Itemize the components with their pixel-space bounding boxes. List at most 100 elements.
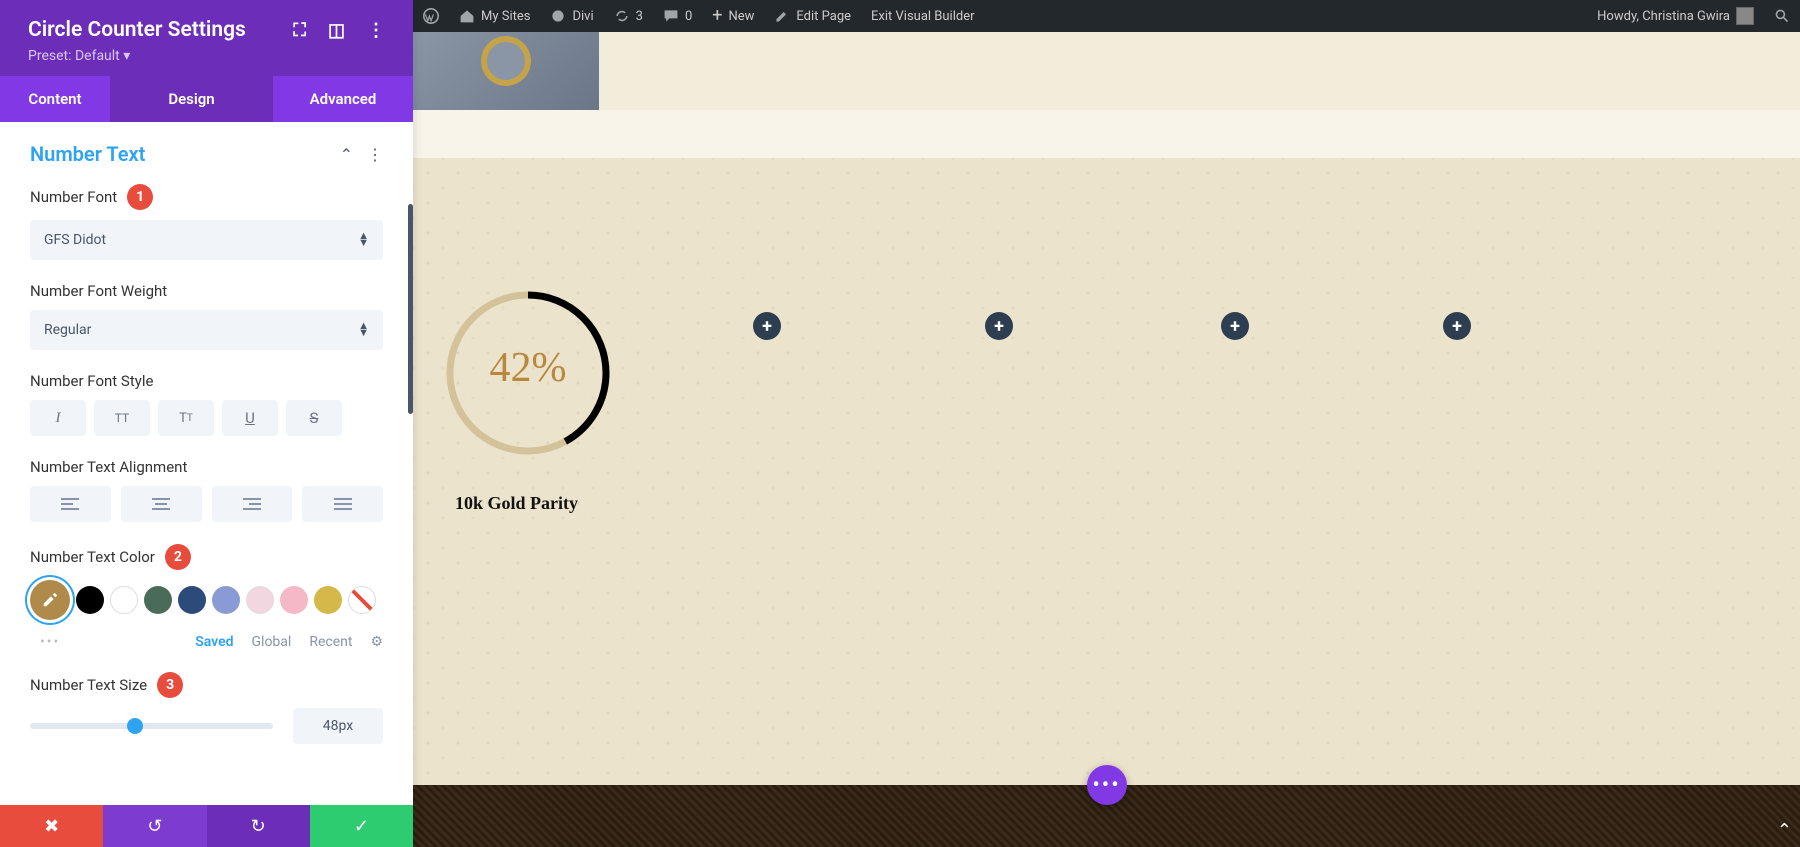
circle-counter[interactable]: 42% (443, 288, 613, 458)
swatch-white[interactable] (110, 586, 138, 614)
redo-button[interactable]: ↻ (207, 805, 310, 847)
tab-design[interactable]: Design (110, 76, 273, 122)
alignment-buttons (30, 486, 383, 522)
swatch-none[interactable] (348, 586, 376, 614)
panel-header: Circle Counter Settings ⛶ ◫ ⋮ Preset: De… (0, 0, 413, 76)
wp-logo[interactable] (413, 0, 449, 32)
ring-icon (481, 36, 531, 86)
color-swatches (30, 580, 383, 620)
more-dots-icon[interactable]: ••• (40, 634, 60, 650)
label-size: Number Text Size3 (30, 672, 383, 698)
badge-2: 2 (165, 544, 191, 570)
smallcaps-button[interactable]: TT (158, 400, 214, 436)
dotted-section: 42% 10k Gold Parity + + + + (413, 158, 1800, 847)
size-value-input[interactable]: 48px (293, 708, 383, 744)
underline-button[interactable]: U (222, 400, 278, 436)
align-left-button[interactable] (30, 486, 111, 522)
panel-body: Number Text ⌃⋮ Number Font1 GFS Didot▲▼ … (0, 122, 413, 805)
preset-selector[interactable]: Preset: Default ▾ (28, 48, 385, 64)
sync[interactable]: 3 (604, 0, 653, 32)
align-right-button[interactable] (212, 486, 293, 522)
cream-band (413, 110, 1800, 158)
badge-1: 1 (127, 184, 153, 210)
chevron-up-icon[interactable]: ⌃ (340, 145, 353, 164)
wp-admin-bar: My Sites Divi 3 0 +New Edit Page Exit Vi… (413, 0, 1800, 32)
add-module-button[interactable]: + (1221, 312, 1249, 340)
swatch-black[interactable] (76, 586, 104, 614)
section-title: Number Text (30, 142, 145, 166)
label-color: Number Text Color2 (30, 544, 383, 570)
scrollbar-thumb[interactable] (408, 204, 413, 414)
cancel-button[interactable]: ✖ (0, 805, 103, 847)
avatar (1736, 7, 1754, 25)
kebab-icon[interactable]: ⋮ (367, 20, 385, 41)
swatch-green[interactable] (144, 586, 172, 614)
select-arrows-icon: ▲▼ (358, 323, 369, 336)
save-button[interactable]: ✓ (310, 805, 413, 847)
slider-thumb[interactable] (127, 718, 143, 734)
swatch-navy[interactable] (178, 586, 206, 614)
site-name-label: Divi (572, 9, 593, 24)
search-icon[interactable] (1764, 0, 1800, 32)
label-style: Number Font Style (30, 372, 383, 390)
panel-tabs: Content Design Advanced (0, 76, 413, 122)
builder-fab[interactable]: ••• (1087, 765, 1127, 805)
my-sites-label: My Sites (481, 9, 530, 24)
align-justify-button[interactable] (302, 486, 383, 522)
color-tab-saved[interactable]: Saved (195, 634, 233, 650)
uppercase-button[interactable]: TT (94, 400, 150, 436)
counter-value: 42% (443, 344, 613, 392)
swatch-gold[interactable] (314, 586, 342, 614)
eyedropper-swatch[interactable] (30, 580, 70, 620)
new-content[interactable]: +New (702, 0, 764, 32)
site-name[interactable]: Divi (540, 0, 603, 32)
panel-title: Circle Counter Settings (28, 18, 246, 42)
panel-footer: ✖ ↺ ↻ ✓ (0, 805, 413, 847)
add-module-button[interactable]: + (1443, 312, 1471, 340)
size-slider[interactable] (30, 723, 273, 729)
gear-icon[interactable]: ⚙ (370, 634, 383, 650)
exit-vb-label: Exit Visual Builder (871, 9, 974, 24)
font-select[interactable]: GFS Didot▲▼ (30, 220, 383, 260)
sync-count: 3 (636, 9, 643, 24)
canvas: 42% 10k Gold Parity + + + + ⌃ ••• (413, 32, 1800, 847)
new-label: New (728, 9, 754, 24)
comments[interactable]: 0 (653, 0, 702, 32)
color-tab-recent[interactable]: Recent (309, 634, 352, 650)
section-head[interactable]: Number Text ⌃ ⋮ (30, 142, 383, 166)
strikethrough-button[interactable]: S (286, 400, 342, 436)
thumbnail-image (413, 32, 599, 110)
add-module-button[interactable]: + (753, 312, 781, 340)
label-alignment: Number Text Alignment (30, 458, 383, 476)
label-font: Number Font1 (30, 184, 383, 210)
howdy-user[interactable]: Howdy, Christina Gwira (1587, 0, 1764, 32)
style-buttons: I TT TT U S (30, 400, 383, 436)
swatch-pink-light[interactable] (246, 586, 274, 614)
comments-count: 0 (685, 9, 692, 24)
italic-button[interactable]: I (30, 400, 86, 436)
kebab-icon[interactable]: ⋮ (367, 145, 383, 164)
add-module-button[interactable]: + (985, 312, 1013, 340)
layout-icon[interactable]: ◫ (328, 20, 345, 41)
align-center-button[interactable] (121, 486, 202, 522)
howdy-label: Howdy, Christina Gwira (1597, 9, 1730, 24)
badge-3: 3 (157, 672, 183, 698)
tab-advanced[interactable]: Advanced (273, 76, 413, 122)
tab-content[interactable]: Content (0, 76, 110, 122)
my-sites[interactable]: My Sites (449, 0, 540, 32)
settings-panel: Circle Counter Settings ⛶ ◫ ⋮ Preset: De… (0, 0, 413, 847)
swatch-periwinkle[interactable] (212, 586, 240, 614)
expand-icon[interactable]: ⛶ (293, 20, 306, 41)
color-tab-global[interactable]: Global (252, 634, 292, 650)
color-tabs: ••• Saved Global Recent ⚙ (30, 634, 383, 650)
edit-page-label: Edit Page (796, 9, 851, 24)
swatch-pink[interactable] (280, 586, 308, 614)
weight-select[interactable]: Regular▲▼ (30, 310, 383, 350)
label-weight: Number Font Weight (30, 282, 383, 300)
exit-visual-builder[interactable]: Exit Visual Builder (861, 0, 984, 32)
edit-page[interactable]: Edit Page (764, 0, 861, 32)
size-control: 48px (30, 708, 383, 744)
chevron-up-icon[interactable]: ⌃ (1777, 820, 1792, 841)
counter-label: 10k Gold Parity (455, 493, 578, 514)
undo-button[interactable]: ↺ (103, 805, 206, 847)
